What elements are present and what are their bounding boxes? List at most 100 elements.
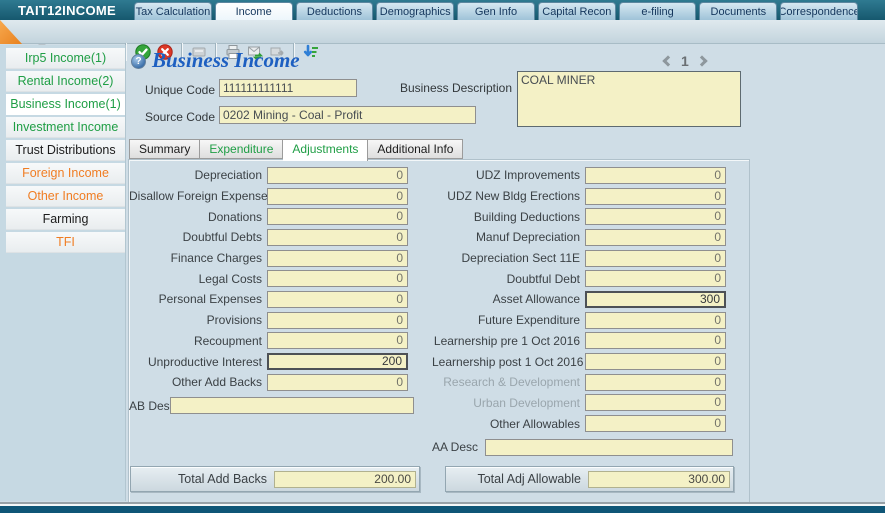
sort-icon[interactable] [301, 42, 321, 62]
depreciation-sect-11e-label: Depreciation Sect 11E [432, 251, 585, 265]
sidebar-item-trust-distributions[interactable]: Trust Distributions [6, 140, 125, 161]
recoupment-input[interactable]: 0 [267, 332, 408, 349]
udz-improvements-input[interactable]: 0 [585, 167, 726, 184]
donations-input[interactable]: 0 [267, 208, 408, 225]
total-add-backs-value: 200.00 [274, 471, 416, 488]
learnership-post-1-oct-2016-input[interactable]: 0 [585, 353, 726, 370]
field-row-building-deductions: Building Deductions0 [432, 206, 733, 227]
research-development-input[interactable]: 0 [585, 374, 726, 391]
sidebar-item-business-income-1[interactable]: Business Income(1) [6, 94, 125, 115]
source-code-label: Source Code [125, 110, 215, 124]
page-title: Business Income [152, 48, 300, 73]
total-adj-allowable-value: 300.00 [588, 471, 730, 488]
doubtful-debt-label: Doubtful Debt [432, 272, 585, 286]
record-number: 1 [681, 53, 689, 69]
depreciation-input[interactable]: 0 [267, 167, 408, 184]
other-add-backs-input[interactable]: 0 [267, 374, 408, 391]
subtab-adjustments[interactable]: Adjustments [283, 139, 368, 161]
provisions-input[interactable]: 0 [267, 312, 408, 329]
subtab-summary[interactable]: Summary [129, 139, 200, 159]
field-row-udz-new-bldg-erections: UDZ New Bldg Erections0 [432, 186, 733, 207]
udz-new-bldg-erections-input[interactable]: 0 [585, 188, 726, 205]
future-expenditure-input[interactable]: 0 [585, 312, 726, 329]
personal-expenses-label: Personal Expenses [129, 292, 267, 306]
unique-code-input[interactable]: 111111111111 [219, 79, 357, 97]
business-description-label: Business Description [396, 81, 512, 95]
ab-desc-label: AB Desc [129, 399, 170, 413]
field-row-learnership-post-1-oct-2016: Learnership post 1 Oct 20160 [432, 351, 733, 372]
main-tabs: Tax CalculationIncomeDeductionsDemograph… [134, 2, 858, 20]
field-row-provisions: Provisions0 [129, 310, 414, 331]
app-window: TAIT12INCOME Tax CalculationIncomeDeduct… [0, 0, 885, 513]
urban-development-input[interactable]: 0 [585, 394, 726, 411]
sidebar-item-irp5-income-1[interactable]: Irp5 Income(1) [6, 48, 125, 69]
field-row-ab-desc: AB Desc [129, 396, 414, 417]
personal-expenses-input[interactable]: 0 [267, 291, 408, 308]
sidebar-item-other-income[interactable]: Other Income [6, 186, 125, 207]
legal-costs-label: Legal Costs [129, 272, 267, 286]
asset-allowance-input[interactable]: 300 [585, 291, 726, 308]
field-row-personal-expenses: Personal Expenses0 [129, 289, 414, 310]
total-add-backs-label: Total Add Backs [134, 472, 274, 486]
sidebar-item-investment-income[interactable]: Investment Income [6, 117, 125, 138]
tab-capital-recon[interactable]: Capital Recon [538, 2, 616, 20]
next-record-icon[interactable] [696, 55, 707, 66]
building-deductions-input[interactable]: 0 [585, 208, 726, 225]
disallow-foreign-expenses-input[interactable]: 0 [267, 188, 408, 205]
aa-desc-input[interactable] [485, 439, 733, 456]
help-icon[interactable] [131, 54, 146, 69]
field-row-donations: Donations0 [129, 206, 414, 227]
legal-costs-input[interactable]: 0 [267, 270, 408, 287]
sidebar-item-rental-income-2[interactable]: Rental Income(2) [6, 71, 125, 92]
field-row-doubtful-debts: Doubtful Debts0 [129, 227, 414, 248]
subtab-additional-info[interactable]: Additional Info [368, 139, 463, 159]
tab-income[interactable]: Income [215, 2, 293, 20]
finance-charges-label: Finance Charges [129, 251, 267, 265]
udz-improvements-label: UDZ Improvements [432, 168, 585, 182]
unproductive-interest-input[interactable]: 200 [267, 353, 408, 370]
field-row-asset-allowance: Asset Allowance300 [432, 289, 733, 310]
section-subtabs: SummaryExpenditureAdjustmentsAdditional … [129, 139, 463, 161]
subtab-expenditure[interactable]: Expenditure [200, 139, 283, 159]
previous-record-icon[interactable] [662, 55, 673, 66]
field-row-unproductive-interest: Unproductive Interest200 [129, 351, 414, 372]
depreciation-sect-11e-input[interactable]: 0 [585, 250, 726, 267]
tab-gen-info[interactable]: Gen Info [457, 2, 535, 20]
depreciation-label: Depreciation [129, 168, 267, 182]
tab-demographics[interactable]: Demographics [376, 2, 454, 20]
doubtful-debts-input[interactable]: 0 [267, 229, 408, 246]
field-row-legal-costs: Legal Costs0 [129, 268, 414, 289]
future-expenditure-label: Future Expenditure [432, 313, 585, 327]
doubtful-debts-label: Doubtful Debts [129, 230, 267, 244]
other-allowables-input[interactable]: 0 [585, 415, 726, 432]
other-allowables-label: Other Allowables [432, 417, 585, 431]
field-row-manuf-depreciation: Manuf Depreciation0 [432, 227, 733, 248]
field-row-future-expenditure: Future Expenditure0 [432, 310, 733, 331]
unique-code-label: Unique Code [125, 83, 215, 97]
tab-tax-calculation[interactable]: Tax Calculation [134, 2, 212, 20]
field-row-other-add-backs: Other Add Backs0 [129, 372, 414, 393]
manuf-depreciation-input[interactable]: 0 [585, 229, 726, 246]
business-description-input[interactable]: COAL MINER [517, 71, 741, 127]
unproductive-interest-label: Unproductive Interest [129, 355, 267, 369]
sidebar-item-farming[interactable]: Farming [6, 209, 125, 230]
asset-allowance-label: Asset Allowance [432, 292, 585, 306]
finance-charges-input[interactable]: 0 [267, 250, 408, 267]
source-code-input[interactable]: 0202 Mining - Coal - Profit [219, 106, 476, 124]
window-title: TAIT12INCOME [18, 3, 116, 18]
tab-e-filing[interactable]: e-filing [619, 2, 697, 20]
donations-label: Donations [129, 210, 267, 224]
manuf-depreciation-label: Manuf Depreciation [432, 230, 585, 244]
field-row-learnership-pre-1-oct-2016: Learnership pre 1 Oct 20160 [432, 331, 733, 352]
doubtful-debt-input[interactable]: 0 [585, 270, 726, 287]
tab-correspondence[interactable]: Correspondence [780, 2, 858, 20]
learnership-pre-1-oct-2016-input[interactable]: 0 [585, 332, 726, 349]
total-add-backs-panel: Total Add Backs 200.00 [130, 466, 420, 492]
building-deductions-label: Building Deductions [432, 210, 585, 224]
sidebar-item-tfi[interactable]: TFI [6, 232, 125, 253]
tab-documents[interactable]: Documents [699, 2, 777, 20]
sidebar-item-foreign-income[interactable]: Foreign Income [6, 163, 125, 184]
ab-desc-input[interactable] [170, 397, 414, 414]
tab-deductions[interactable]: Deductions [296, 2, 374, 20]
field-row-udz-improvements: UDZ Improvements0 [432, 165, 733, 186]
